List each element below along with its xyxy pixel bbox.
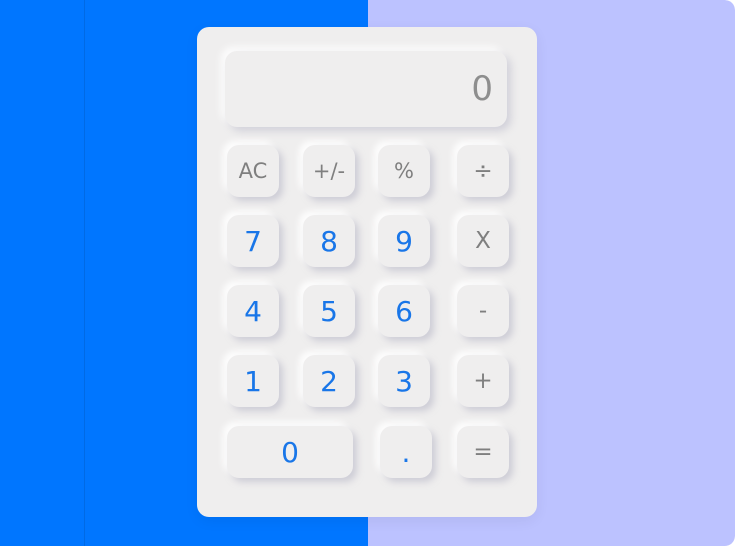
toggle-sign-button[interactable]: +/-: [303, 145, 355, 197]
decimal-button[interactable]: .: [380, 426, 432, 478]
digit-9-button[interactable]: 9: [378, 215, 430, 267]
all-clear-button[interactable]: AC: [227, 145, 279, 197]
background-divider: [84, 0, 85, 546]
multiply-button[interactable]: X: [457, 215, 509, 267]
display-value: 0: [471, 69, 493, 109]
digit-0-button[interactable]: 0: [227, 426, 353, 478]
equals-button[interactable]: =: [457, 426, 509, 478]
percent-button[interactable]: %: [378, 145, 430, 197]
digit-3-button[interactable]: 3: [378, 355, 430, 407]
digit-8-button[interactable]: 8: [303, 215, 355, 267]
digit-4-button[interactable]: 4: [227, 285, 279, 337]
calculator: 0 AC +/- % ÷ 7 8 9 X 4 5 6 - 1 2 3 + 0 .…: [197, 27, 537, 517]
divide-button[interactable]: ÷: [457, 145, 509, 197]
calculator-display: 0: [225, 51, 507, 127]
digit-5-button[interactable]: 5: [303, 285, 355, 337]
digit-2-button[interactable]: 2: [303, 355, 355, 407]
digit-6-button[interactable]: 6: [378, 285, 430, 337]
app-canvas: 0 AC +/- % ÷ 7 8 9 X 4 5 6 - 1 2 3 + 0 .…: [0, 0, 735, 546]
digit-7-button[interactable]: 7: [227, 215, 279, 267]
minus-button[interactable]: -: [457, 285, 509, 337]
digit-1-button[interactable]: 1: [227, 355, 279, 407]
plus-button[interactable]: +: [457, 355, 509, 407]
